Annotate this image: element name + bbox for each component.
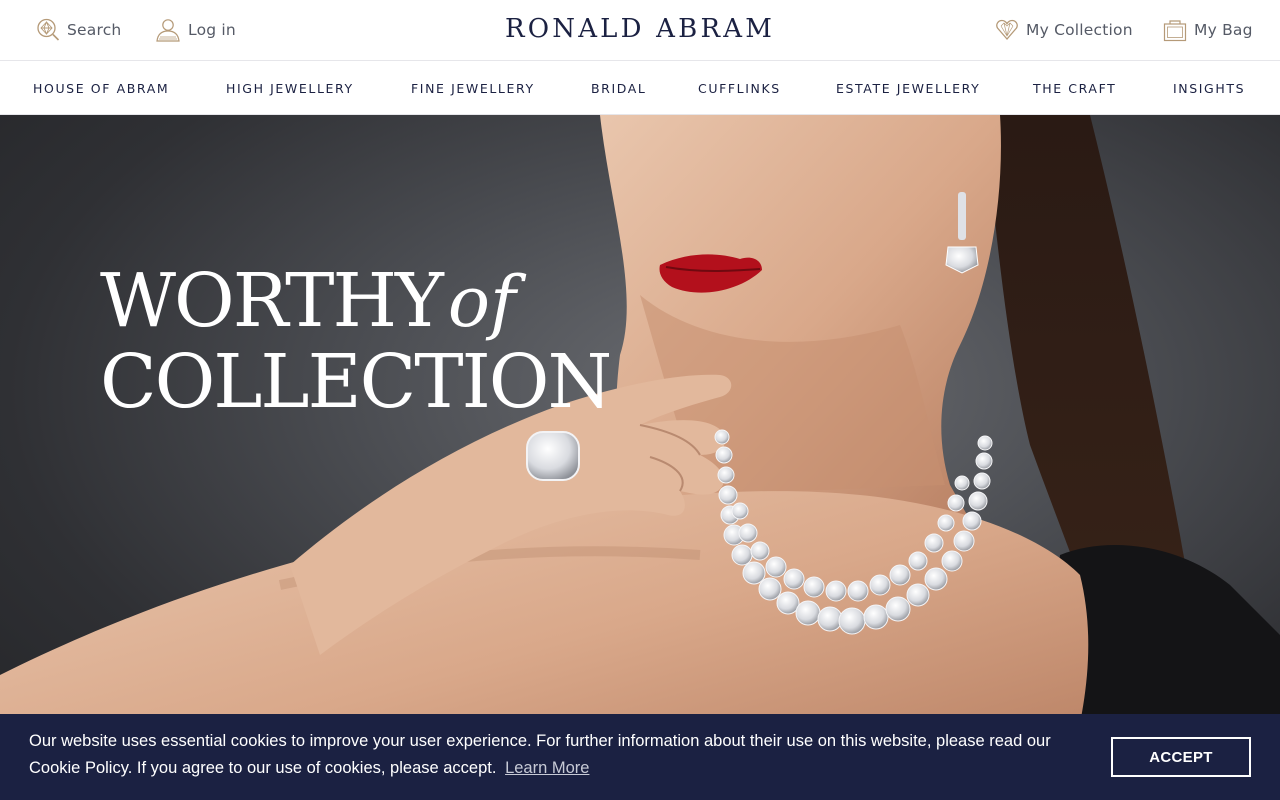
my-bag-button[interactable]: My Bag [1163,16,1253,44]
learn-more-link[interactable]: Learn More [505,759,589,777]
my-collection-button[interactable]: My Collection [995,16,1133,44]
nav-item-fine-jewellery[interactable]: FINE JEWELLERY [411,81,535,96]
hero-model-image [0,115,1280,800]
my-collection-label: My Collection [1026,21,1133,39]
cookie-banner: Our website uses essential cookies to im… [0,714,1280,800]
nav-item-house-of-abram[interactable]: HOUSE OF ABRAM [33,81,169,96]
accept-cookies-button[interactable]: ACCEPT [1111,737,1251,777]
nav-item-cufflinks[interactable]: CUFFLINKS [698,81,781,96]
headline-word-worthy: WORTHY [100,258,444,344]
nav-item-the-craft[interactable]: THE CRAFT [1033,81,1116,96]
hero-banner[interactable]: WORTHYof COLLECTION [0,115,1280,800]
top-utility-bar: Search Log in RONALD ABRAM My Collection [0,0,1280,60]
hero-headline: WORTHYof COLLECTION [100,261,612,425]
my-bag-label: My Bag [1194,21,1253,39]
cookie-message: Our website uses essential cookies to im… [29,728,1089,782]
heart-diamond-icon [995,18,1019,42]
nav-item-insights[interactable]: INSIGHTS [1173,81,1245,96]
nav-item-high-jewellery[interactable]: HIGH JEWELLERY [226,81,354,96]
headline-word-collection: COLLECTION [100,339,612,425]
main-navigation: HOUSE OF ABRAM HIGH JEWELLERY FINE JEWEL… [0,60,1280,115]
nav-item-bridal[interactable]: BRIDAL [591,81,646,96]
headline-italic-of: of [447,261,516,343]
bag-icon [1163,18,1187,42]
nav-item-estate-jewellery[interactable]: ESTATE JEWELLERY [836,81,980,96]
